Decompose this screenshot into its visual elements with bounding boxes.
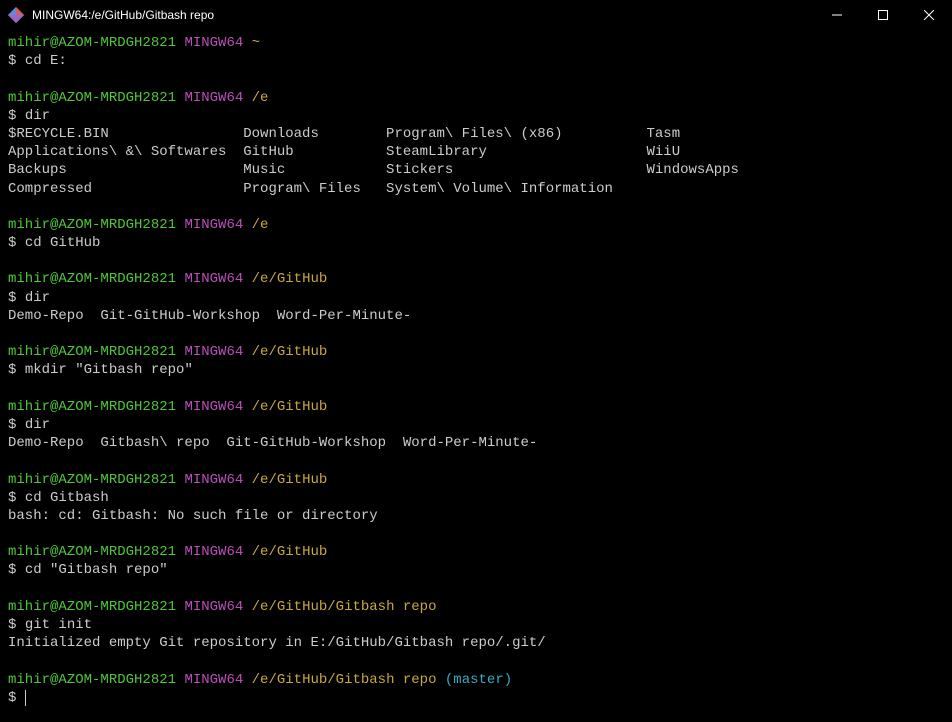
command-text: cd "Gitbash repo" [25, 562, 168, 578]
prompt-symbol: $ [8, 617, 25, 633]
prompt-line: mihir@AZOM-MRDGH2821 MINGW64 /e/GitHub [8, 343, 952, 361]
prompt-line: mihir@AZOM-MRDGH2821 MINGW64 /e/GitHub/G… [8, 671, 952, 689]
prompt-shell: MINGW64 [184, 472, 243, 488]
prompt-shell: MINGW64 [184, 217, 243, 233]
prompt-user: mihir@AZOM-MRDGH2821 [8, 472, 176, 488]
prompt-branch: (master) [445, 672, 512, 688]
output-line: bash: cd: Gitbash: No such file or direc… [8, 507, 952, 525]
command-line: $ cd "Gitbash repo" [8, 561, 952, 579]
titlebar: MINGW64:/e/GitHub/Gitbash repo [0, 0, 952, 30]
prompt-user: mihir@AZOM-MRDGH2821 [8, 90, 176, 106]
git-bash-icon [8, 7, 24, 23]
output-line: Demo-Repo Gitbash\ repo Git-GitHub-Works… [8, 434, 952, 452]
prompt-shell: MINGW64 [184, 599, 243, 615]
command-line: $ cd E: [8, 52, 952, 70]
prompt-path: ~ [252, 35, 260, 51]
command-line: $ cd Gitbash [8, 489, 952, 507]
command-line: $ mkdir "Gitbash repo" [8, 361, 952, 379]
prompt-line: mihir@AZOM-MRDGH2821 MINGW64 /e/GitHub [8, 270, 952, 288]
command-line: $ dir [8, 107, 952, 125]
prompt-path: /e/GitHub [252, 344, 328, 360]
close-button[interactable] [906, 0, 952, 30]
prompt-symbol: $ [8, 417, 25, 433]
blank-line [8, 452, 952, 470]
prompt-symbol: $ [8, 108, 25, 124]
prompt-shell: MINGW64 [184, 90, 243, 106]
prompt-shell: MINGW64 [184, 672, 243, 688]
blank-line [8, 525, 952, 543]
command-text: dir [25, 417, 50, 433]
blank-line [8, 325, 952, 343]
prompt-path: /e/GitHub/Gitbash repo [252, 672, 437, 688]
command-text: cd GitHub [25, 235, 101, 251]
prompt-symbol: $ [8, 562, 25, 578]
prompt-path: /e/GitHub [252, 544, 328, 560]
titlebar-left: MINGW64:/e/GitHub/Gitbash repo [0, 7, 214, 23]
blank-line [8, 252, 952, 270]
prompt-shell: MINGW64 [184, 399, 243, 415]
blank-line [8, 198, 952, 216]
prompt-symbol: $ [8, 290, 25, 306]
cursor [25, 690, 26, 706]
prompt-symbol: $ [8, 490, 25, 506]
prompt-user: mihir@AZOM-MRDGH2821 [8, 672, 176, 688]
prompt-shell: MINGW64 [184, 271, 243, 287]
prompt-user: mihir@AZOM-MRDGH2821 [8, 35, 176, 51]
prompt-symbol: $ [8, 690, 25, 706]
prompt-user: mihir@AZOM-MRDGH2821 [8, 544, 176, 560]
terminal[interactable]: mihir@AZOM-MRDGH2821 MINGW64 ~$ cd E: mi… [0, 30, 952, 722]
prompt-line: mihir@AZOM-MRDGH2821 MINGW64 /e [8, 89, 952, 107]
prompt-path: /e/GitHub [252, 271, 328, 287]
minimize-button[interactable] [814, 0, 860, 30]
prompt-symbol: $ [8, 362, 25, 378]
command-line: $ dir [8, 416, 952, 434]
output-line: Backups Music Stickers WindowsApps [8, 161, 952, 179]
maximize-button[interactable] [860, 0, 906, 30]
command-text: dir [25, 108, 50, 124]
output-line: Applications\ &\ Softwares GitHub SteamL… [8, 143, 952, 161]
prompt-path: /e/GitHub [252, 399, 328, 415]
output-line: $RECYCLE.BIN Downloads Program\ Files\ (… [8, 125, 952, 143]
prompt-user: mihir@AZOM-MRDGH2821 [8, 399, 176, 415]
prompt-shell: MINGW64 [184, 344, 243, 360]
prompt-line: mihir@AZOM-MRDGH2821 MINGW64 /e/GitHub [8, 398, 952, 416]
prompt-shell: MINGW64 [184, 35, 243, 51]
window-title: MINGW64:/e/GitHub/Gitbash repo [32, 8, 214, 22]
prompt-path: /e/GitHub/Gitbash repo [252, 599, 437, 615]
command-line: $ [8, 689, 952, 707]
prompt-shell: MINGW64 [184, 544, 243, 560]
command-line: $ git init [8, 616, 952, 634]
prompt-line: mihir@AZOM-MRDGH2821 MINGW64 /e/GitHub/G… [8, 598, 952, 616]
prompt-symbol: $ [8, 53, 25, 69]
prompt-line: mihir@AZOM-MRDGH2821 MINGW64 /e [8, 216, 952, 234]
prompt-line: mihir@AZOM-MRDGH2821 MINGW64 /e/GitHub [8, 543, 952, 561]
command-text: mkdir "Gitbash repo" [25, 362, 193, 378]
blank-line [8, 380, 952, 398]
prompt-user: mihir@AZOM-MRDGH2821 [8, 599, 176, 615]
command-text: cd Gitbash [25, 490, 109, 506]
command-text: dir [25, 290, 50, 306]
prompt-path: /e [252, 217, 269, 233]
prompt-user: mihir@AZOM-MRDGH2821 [8, 344, 176, 360]
window-controls [814, 0, 952, 29]
command-line: $ cd GitHub [8, 234, 952, 252]
command-text: git init [25, 617, 92, 633]
blank-line [8, 70, 952, 88]
command-text: cd E: [25, 53, 67, 69]
prompt-line: mihir@AZOM-MRDGH2821 MINGW64 /e/GitHub [8, 471, 952, 489]
prompt-user: mihir@AZOM-MRDGH2821 [8, 271, 176, 287]
output-line: Initialized empty Git repository in E:/G… [8, 634, 952, 652]
command-line: $ dir [8, 289, 952, 307]
prompt-path: /e [252, 90, 269, 106]
prompt-user: mihir@AZOM-MRDGH2821 [8, 217, 176, 233]
prompt-symbol: $ [8, 235, 25, 251]
prompt-line: mihir@AZOM-MRDGH2821 MINGW64 ~ [8, 34, 952, 52]
output-line: Compressed Program\ Files System\ Volume… [8, 180, 952, 198]
blank-line [8, 580, 952, 598]
blank-line [8, 652, 952, 670]
output-line: Demo-Repo Git-GitHub-Workshop Word-Per-M… [8, 307, 952, 325]
prompt-path: /e/GitHub [252, 472, 328, 488]
